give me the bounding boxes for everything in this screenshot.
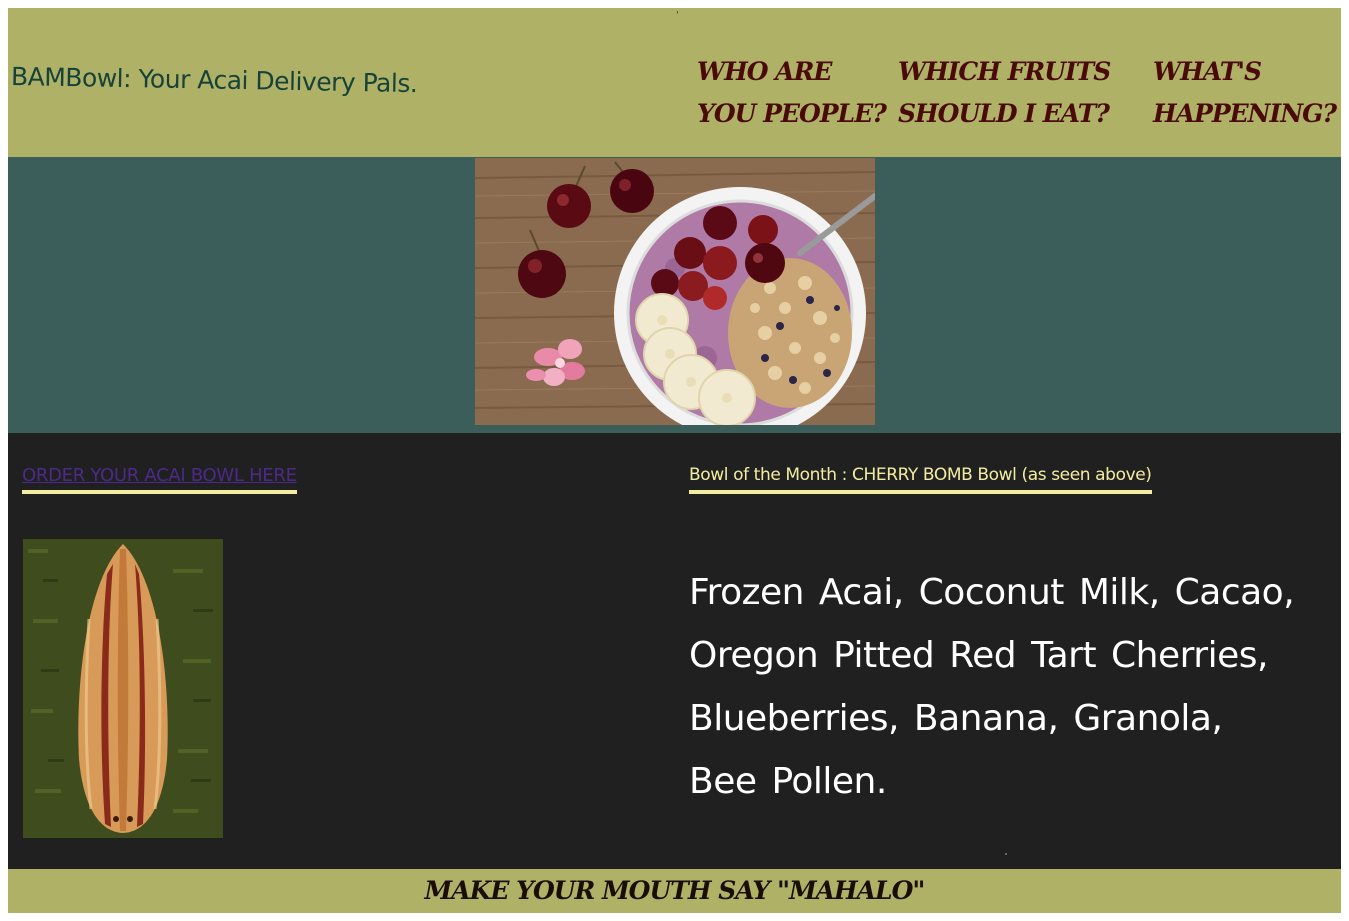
- site-brand: BAMBowl: Your Acai Delivery Pals.: [10, 62, 418, 99]
- footer-slogan: MAKE YOUR MOUTH SAY "MAHALO": [424, 876, 926, 905]
- site-footer: MAKE YOUR MOUTH SAY "MAHALO": [8, 869, 1341, 913]
- bowl-ingredients: Frozen Acai, Coconut Milk, Cacao, Oregon…: [689, 572, 1295, 802]
- nav-whats-happening[interactable]: WHAT'S HAPPENING?: [1153, 51, 1343, 135]
- bowl-of-the-month-title: Bowl of the Month : CHERRY BOMB Bowl (as…: [689, 465, 1152, 494]
- header-tick-mark: ': [676, 10, 679, 21]
- site-header: BAMBowl: Your Acai Delivery Pals. ' WHO …: [8, 8, 1341, 157]
- decorative-dot: [1005, 853, 1007, 855]
- order-acai-bowl-link[interactable]: ORDER YOUR ACAI BOWL HERE: [22, 465, 297, 494]
- page: BAMBowl: Your Acai Delivery Pals. ' WHO …: [8, 8, 1341, 913]
- content-section: ORDER YOUR ACAI BOWL HERE Bowl of the Mo…: [8, 433, 1341, 869]
- nav-who-are-you-people[interactable]: WHO ARE YOU PEOPLE?: [697, 51, 887, 135]
- nav-which-fruits[interactable]: WHICH FRUITS SHOULD I EAT?: [898, 51, 1128, 135]
- surfboard-photo: [23, 539, 223, 838]
- acai-bowl-photo: [475, 158, 875, 425]
- hero-section: [8, 157, 1341, 433]
